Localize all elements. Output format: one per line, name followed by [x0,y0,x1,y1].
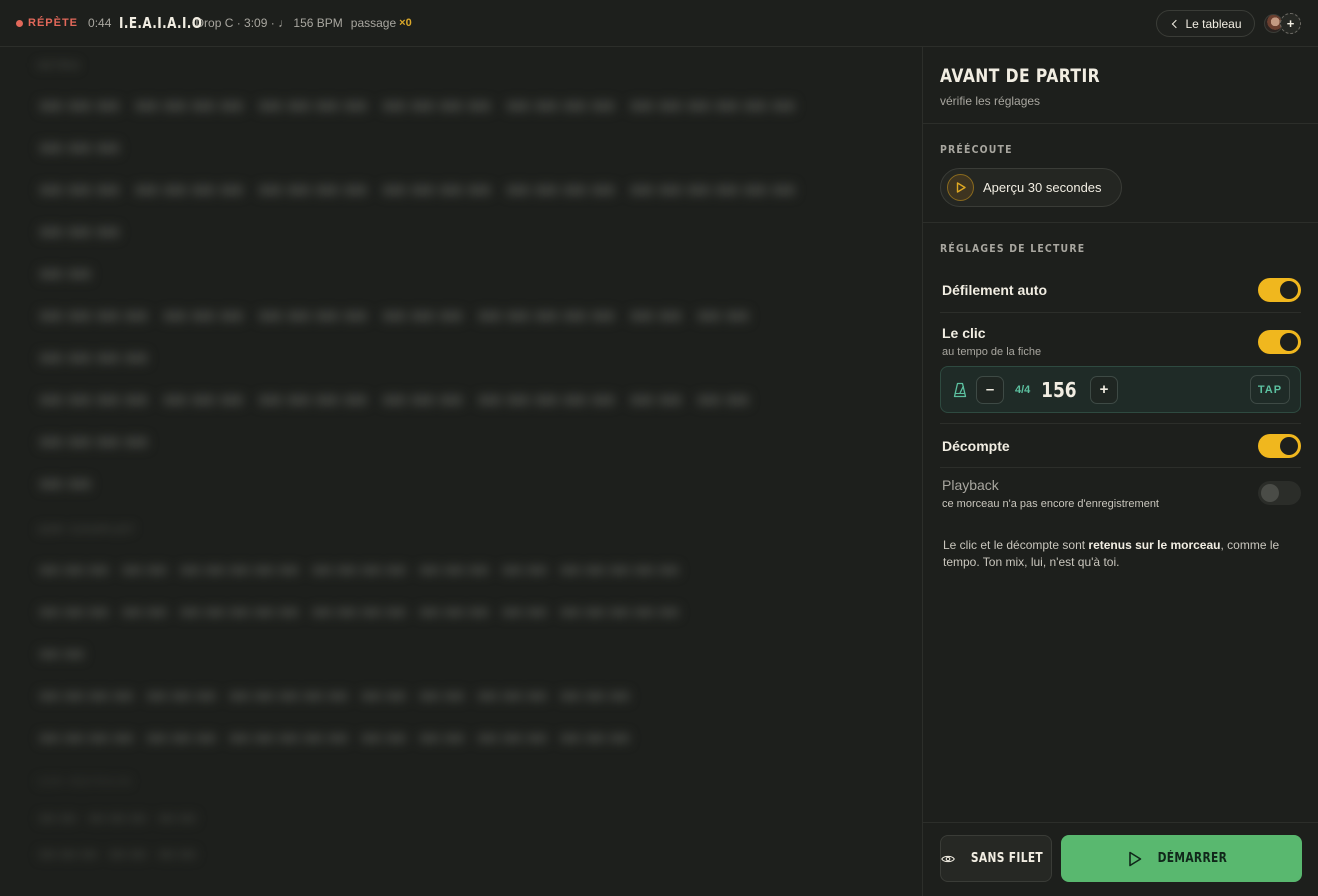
note-text: Le clic et le décompte sont [943,538,1089,552]
bpm-value: 156 [1041,377,1077,402]
start-button[interactable]: DÉMARRER [1061,835,1302,882]
panel-header: AVANT DE PARTIR vérifie les réglages [923,47,1318,124]
metronome-icon [953,382,967,397]
click-toggle[interactable] [1258,329,1301,354]
lyric-line: ▬▬▬▬ [37,339,151,374]
back-to-board-button[interactable]: Le tableau [1156,10,1255,37]
autoscroll-toggle[interactable] [1258,277,1301,302]
lyric-line: ▬▬ ▬▬▬ ▬▬ [37,805,198,830]
song-title: I.E.A.I.A.I.O [119,14,203,32]
setting-sublabel: au tempo de la fiche [942,346,1042,358]
pass-label: passage [350,16,397,30]
panel-footer: SANS FILET DÉMARRER [923,822,1318,896]
song-meta: Drop C · 3:09 · ♩ 156 BPM [195,16,343,30]
setting-sublabel: ce morceau n'a pas encore d'enregistreme… [942,497,1159,510]
lyric-line: ▬▬▬▬ ▬▬▬ ▬▬▬▬▬ ▬▬ ▬▬ ▬▬▬ ▬▬▬ [37,680,632,710]
lyric-line: ▬▬▬ ▬▬▬▬ ▬▬▬▬ ▬▬▬▬ ▬▬▬▬ ▬▬▬▬▬▬ [37,171,798,206]
lyric-line: ▬▬▬▬ [37,423,151,458]
lyric-line: ▬▬ [37,465,94,500]
setting-countdown: Décompte [940,424,1301,468]
preview-section: PRÉÉCOUTE Aperçu 30 secondes [923,124,1318,223]
setting-playback: Playback ce morceau n'a pas encore d'enr… [940,468,1301,518]
setting-label: Playback [942,476,999,493]
lyrics-blurred: INTRO ▬▬▬ ▬▬▬▬ ▬▬▬▬ ▬▬▬▬ ▬▬▬▬ ▬▬▬▬▬▬ ▬▬▬… [0,48,922,872]
start-label: DÉMARRER [1157,851,1228,866]
elapsed-time: 0:44 [88,16,112,30]
pass-count: ×0 [399,17,412,29]
section-label-chorus: 1ER REFRAIN [37,776,133,788]
section-label-intro: INTRO [37,60,82,72]
preview-section-label: PRÉÉCOUTE [940,143,1013,156]
lyric-line: ▬▬▬ ▬▬ ▬▬▬▬▬ ▬▬▬▬ ▬▬▬ ▬▬ ▬▬▬▬▬ [37,596,681,626]
lyric-line: ▬▬▬▬ ▬▬▬ ▬▬▬▬ ▬▬▬ ▬▬▬▬▬ ▬▬ ▬▬ [37,297,752,332]
playback-toggle[interactable] [1258,481,1301,505]
countdown-toggle[interactable] [1258,433,1301,458]
chevron-left-icon [1172,19,1181,28]
panel-title: AVANT DE PARTIR [940,65,1101,87]
metronome-controls: – 4/4 156 + TAP [940,366,1301,413]
setting-click: Le clic au tempo de la fiche – 4/4 156 +… [940,313,1301,424]
lyric-line: ▬▬▬ [37,129,123,164]
add-collaborator-button[interactable]: + [1280,13,1301,34]
plus-icon: + [1286,16,1295,31]
setting-label: Défilement auto [942,281,1048,298]
lyric-line: ▬▬▬ ▬▬▬▬ ▬▬▬▬ ▬▬▬▬ ▬▬▬▬ ▬▬▬▬▬▬ [37,87,798,122]
eye-icon [941,855,955,862]
pre-start-panel: AVANT DE PARTIR vérifie les réglages PRÉ… [922,47,1318,896]
lyric-line: ▬▬▬▬ ▬▬▬ ▬▬▬▬▬ ▬▬ ▬▬ ▬▬▬ ▬▬▬ [37,722,632,752]
bpm-decrement-button[interactable]: – [976,375,1004,404]
setting-label: Le clic [942,325,986,341]
time-signature[interactable]: 4/4 [1015,384,1030,396]
setting-label: Décompte [942,437,1010,454]
settings-section-label: RÉGLAGES DE LECTURE [940,242,1086,255]
lyric-line: ▬▬ [37,638,87,668]
tap-tempo-button[interactable]: TAP [1250,375,1290,404]
playback-settings: RÉGLAGES DE LECTURE Défilement auto Le c… [923,223,1318,571]
lyric-line: ▬▬▬ ▬▬ ▬▬▬▬▬ ▬▬▬▬ ▬▬▬ ▬▬ ▬▬▬▬▬ [37,554,681,584]
top-bar: RÉPÈTE 0:44 I.E.A.I.A.I.O Drop C · 3:09 … [0,0,1318,47]
no-net-label: SANS FILET [970,851,1044,866]
lyrics-area: INTRO ▬▬▬ ▬▬▬▬ ▬▬▬▬ ▬▬▬▬ ▬▬▬▬ ▬▬▬▬▬▬ ▬▬▬… [0,48,922,896]
lyric-line: ▬▬▬ ▬▬ ▬▬ [37,841,198,866]
back-button-label: Le tableau [1185,16,1242,31]
no-net-button[interactable]: SANS FILET [940,835,1052,882]
note-emphasis: retenus sur le morceau [1088,538,1221,552]
bpm-increment-button[interactable]: + [1090,375,1119,404]
setting-autoscroll: Défilement auto [940,267,1301,313]
settings-note: Le clic et le décompte sont retenus sur … [943,537,1293,571]
status-label: RÉPÈTE [28,17,79,29]
preview-button-label: Aperçu 30 secondes [983,180,1102,195]
panel-subtitle: vérifie les réglages [940,94,1041,108]
play-icon [1129,851,1142,866]
preview-30s-button[interactable]: Aperçu 30 secondes [940,168,1122,207]
play-icon [947,174,974,201]
section-label-verse: 1ER COUPLET [37,524,137,536]
lyric-line: ▬▬ [37,255,94,290]
lyric-line: ▬▬▬ [37,213,123,248]
lyric-line: ▬▬▬▬ ▬▬▬ ▬▬▬▬ ▬▬▬ ▬▬▬▬▬ ▬▬ ▬▬ [37,381,752,416]
recording-status-dot [16,19,23,27]
